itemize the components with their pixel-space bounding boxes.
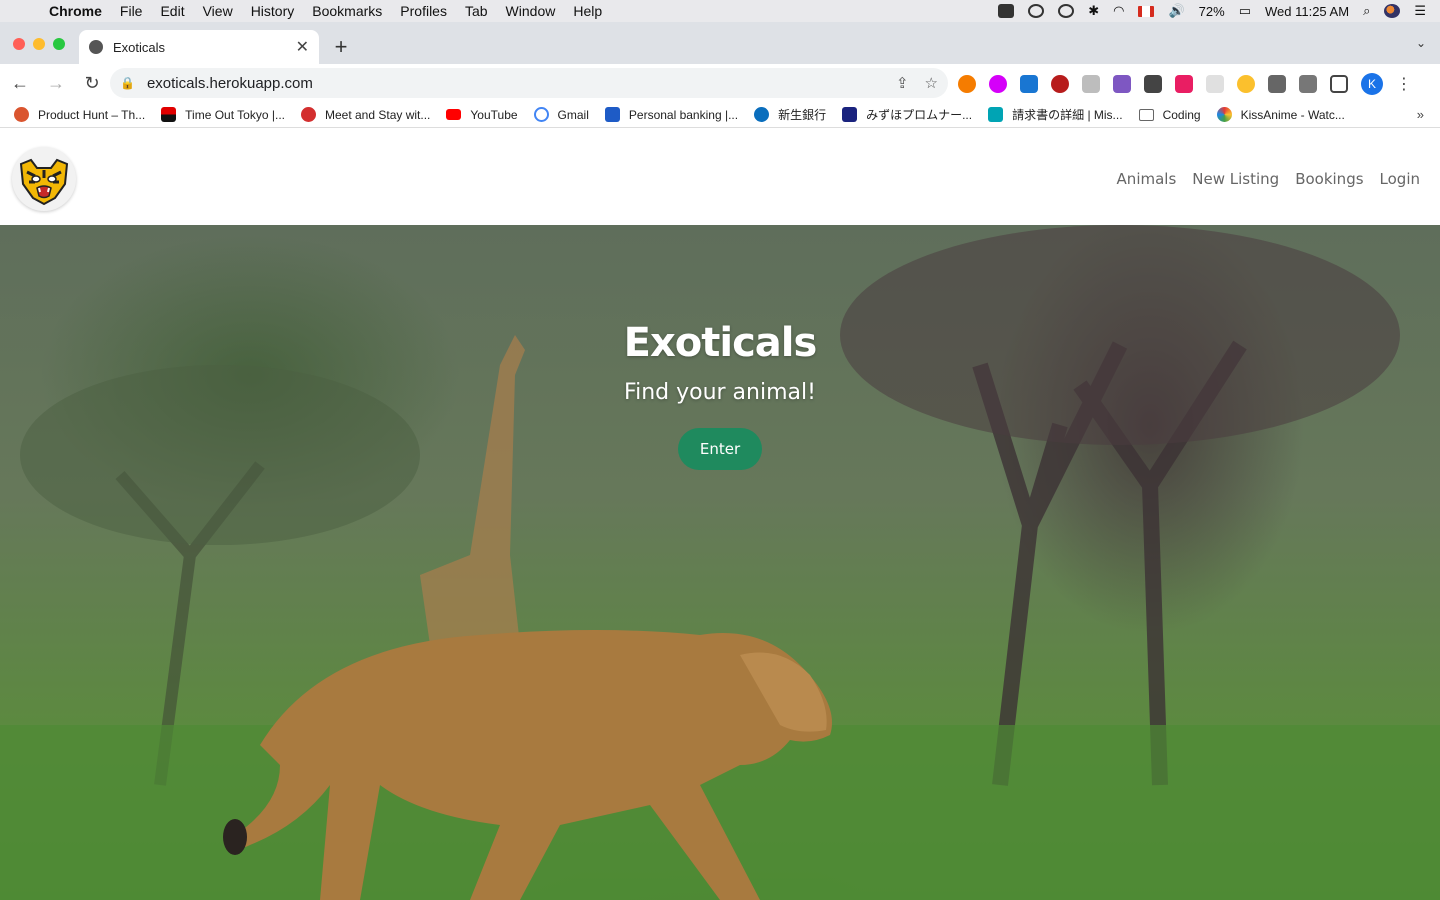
tab-strip: Exoticals ✕ + ⌄ — [0, 22, 1440, 64]
bookmark-item[interactable]: 新生銀行 — [754, 106, 826, 123]
siri-icon[interactable] — [1384, 4, 1401, 18]
wifi-icon[interactable]: ◠ — [1113, 3, 1124, 19]
menu-tab[interactable]: Tab — [456, 3, 497, 19]
folder-icon — [1138, 108, 1154, 121]
volume-icon[interactable]: 🔊 — [1168, 3, 1184, 19]
extension-9-icon[interactable] — [1206, 75, 1224, 93]
shinsei-bank-icon — [754, 107, 770, 122]
battery-icon[interactable]: ▭ — [1239, 3, 1251, 19]
lock-icon[interactable]: 🔒 — [120, 76, 135, 90]
extensions-area: K ⋮ — [958, 73, 1412, 95]
time-out-icon — [161, 107, 177, 122]
extension-3-icon[interactable] — [1020, 75, 1038, 93]
forward-button[interactable]: → — [40, 73, 72, 94]
bookmark-item[interactable]: YouTube — [446, 108, 518, 122]
chevron-right-icon[interactable]: » — [1417, 107, 1424, 122]
reload-button[interactable]: ↻ — [76, 73, 108, 94]
chevron-down-icon[interactable]: ⌄ — [1416, 36, 1426, 50]
extension-10-icon[interactable] — [1237, 75, 1255, 93]
puzzle-icon[interactable] — [1268, 75, 1286, 93]
bookmarks-bar: Product Hunt – Th... Time Out Tokyo |...… — [0, 102, 1440, 128]
window-maximize-button[interactable] — [53, 38, 65, 50]
share-icon[interactable]: ⇪ — [896, 74, 909, 92]
url-text[interactable]: exoticals.herokuapp.com — [147, 75, 880, 92]
bookmark-item[interactable]: Time Out Tokyo |... — [161, 107, 285, 122]
nav-login-link[interactable]: Login — [1380, 170, 1420, 188]
extension-4-icon[interactable] — [1051, 75, 1069, 93]
nav-new-listing-link[interactable]: New Listing — [1192, 170, 1279, 188]
tab-title: Exoticals — [113, 39, 166, 55]
menu-app-name[interactable]: Chrome — [40, 3, 111, 19]
extension-8-icon[interactable] — [1175, 75, 1193, 93]
menu-help[interactable]: Help — [564, 3, 611, 19]
window-minimize-button[interactable] — [33, 38, 45, 50]
extension-5-icon[interactable] — [1082, 75, 1100, 93]
time-machine-icon[interactable] — [1058, 4, 1075, 18]
display-icon[interactable] — [998, 4, 1015, 18]
menu-profiles[interactable]: Profiles — [391, 3, 456, 19]
bookmark-item[interactable]: Gmail — [533, 107, 589, 122]
hero-title: Exoticals — [623, 320, 818, 366]
bluetooth-icon[interactable]: ✱ — [1088, 3, 1099, 19]
kissanime-icon — [1216, 107, 1232, 122]
bookmark-item[interactable]: KissAnime - Watc... — [1216, 107, 1345, 122]
address-bar[interactable]: 🔒 exoticals.herokuapp.com ⇪ ☆ — [110, 68, 948, 98]
tiger-icon — [19, 158, 69, 206]
battery-percent[interactable]: 72% — [1199, 4, 1225, 19]
google-icon — [533, 107, 549, 122]
hero-subtitle: Find your animal! — [624, 380, 816, 405]
youtube-icon — [446, 109, 462, 120]
menu-history[interactable]: History — [242, 3, 304, 19]
bookmark-item[interactable]: Personal banking |... — [604, 107, 738, 122]
menu-window[interactable]: Window — [497, 3, 565, 19]
site-navbar: Animals New Listing Bookings Login — [0, 134, 1440, 225]
nav-links: Animals New Listing Bookings Login — [1117, 170, 1420, 188]
meet-and-stay-icon — [301, 107, 316, 122]
bookmark-item[interactable]: みずほプロムナー... — [842, 106, 972, 123]
extension-7-icon[interactable] — [1144, 75, 1162, 93]
nav-animals-link[interactable]: Animals — [1117, 170, 1177, 188]
window-close-button[interactable] — [13, 38, 25, 50]
spotlight-icon[interactable]: ⌕ — [1363, 3, 1370, 19]
mizuho-icon — [842, 107, 858, 122]
menu-edit[interactable]: Edit — [151, 3, 193, 19]
bookmark-star-icon[interactable]: ☆ — [925, 74, 938, 92]
bank-icon — [604, 107, 620, 122]
bookmark-folder[interactable]: Coding — [1138, 108, 1201, 122]
control-center-icon[interactable]: ☰ — [1414, 3, 1426, 19]
media-controls-icon[interactable] — [1299, 75, 1317, 93]
hero-content: Exoticals Find your animal! Enter — [0, 320, 1440, 470]
tab-exoticals[interactable]: Exoticals ✕ — [79, 30, 319, 64]
more-menu-icon[interactable]: ⋮ — [1396, 74, 1412, 94]
bookmark-item[interactable]: Meet and Stay wit... — [301, 107, 430, 122]
tiger-logo[interactable] — [12, 147, 76, 211]
sync-icon[interactable] — [1028, 4, 1045, 18]
back-button[interactable]: ← — [4, 73, 36, 94]
enter-button[interactable]: Enter — [678, 428, 762, 470]
nav-bookings-link[interactable]: Bookings — [1295, 170, 1363, 188]
invoice-icon — [988, 107, 1004, 122]
extension-6-icon[interactable] — [1113, 75, 1131, 93]
globe-icon — [89, 40, 103, 54]
macos-menubar: Chrome File Edit View History Bookmarks … — [0, 0, 1440, 22]
bookmark-item[interactable]: 請求書の詳細 | Mis... — [988, 106, 1123, 123]
side-panel-icon[interactable] — [1330, 75, 1348, 93]
extension-1-icon[interactable] — [958, 75, 976, 93]
browser-toolbar: ← → ↻ 🔒 exoticals.herokuapp.com ⇪ ☆ K ⋮ — [0, 64, 1440, 102]
close-icon[interactable]: ✕ — [296, 37, 309, 57]
bookmark-item[interactable]: Product Hunt – Th... — [14, 107, 145, 122]
menu-view[interactable]: View — [194, 3, 242, 19]
input-source-flag-icon[interactable] — [1138, 5, 1155, 17]
status-area: ✱ ◠ 🔊 72% ▭ Wed 11:25 AM ⌕ ☰ — [998, 3, 1440, 19]
new-tab-button[interactable]: + — [330, 34, 352, 60]
product-hunt-icon — [14, 107, 29, 122]
hero-banner: Exoticals Find your animal! Enter — [0, 225, 1440, 900]
profile-avatar[interactable]: K — [1361, 73, 1383, 95]
clock[interactable]: Wed 11:25 AM — [1265, 4, 1349, 19]
extension-2-icon[interactable] — [989, 75, 1007, 93]
menu-file[interactable]: File — [111, 3, 152, 19]
menu-bookmarks[interactable]: Bookmarks — [303, 3, 391, 19]
